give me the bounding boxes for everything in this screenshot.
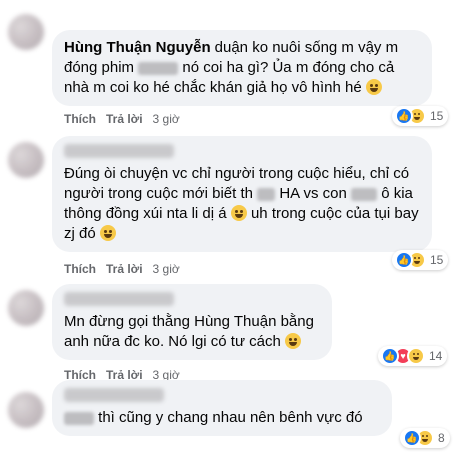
comment-bubble: Đúng òi chuyện vc chỉ người trong cuộc h… [52, 136, 432, 253]
redacted-text [138, 61, 179, 75]
like-reaction-icon: 👍 [381, 347, 399, 365]
reaction-summary[interactable]: 👍 15 [392, 106, 449, 126]
comment-actions: Thích Trả lời 3 giờ [64, 112, 180, 126]
comment-actions: Thích Trả lời 3 giờ [64, 262, 180, 276]
reaction-summary[interactable]: 👍 8 [400, 428, 450, 448]
comment-time[interactable]: 3 giờ [153, 262, 180, 276]
comment-text: Mn đừng gọi thằng Hùng Thuận bằng anh nữ… [64, 313, 314, 351]
comment-author[interactable]: Hùng Thuận Nguyễn [64, 39, 211, 56]
reaction-count: 15 [430, 109, 444, 123]
reaction-count: 14 [429, 349, 443, 363]
like-link[interactable]: Thích [64, 112, 96, 126]
avatar[interactable] [8, 142, 44, 178]
redacted-text [257, 187, 276, 201]
like-reaction-icon: 👍 [395, 107, 413, 125]
comment-text: HA vs con [279, 185, 347, 203]
blurred-author-name[interactable] [64, 292, 174, 307]
reply-link[interactable]: Trả lời [106, 112, 143, 126]
like-link[interactable]: Thích [64, 262, 96, 276]
avatar[interactable] [8, 290, 44, 326]
avatar[interactable] [8, 392, 44, 428]
reaction-summary[interactable]: 👍 15 [392, 250, 449, 270]
comment-bubble: Mn đừng gọi thằng Hùng Thuận bằng anh nữ… [52, 284, 332, 361]
like-reaction-icon: 👍 [395, 251, 413, 269]
redacted-text [64, 411, 94, 425]
blurred-author-name[interactable] [64, 388, 164, 403]
grinning-emoji-icon [285, 333, 302, 350]
comment-bubble: Hùng Thuận Nguyễn duận ko nuôi sống m vậy… [52, 30, 432, 106]
comment-bubble: thì cũng y chang nhau nên bênh vực đó [52, 380, 392, 437]
reaction-summary[interactable]: 👍 ♥ 14 [378, 346, 448, 366]
comment-time[interactable]: 3 giờ [153, 112, 180, 126]
laughing-emoji-icon [230, 205, 247, 222]
tongue-emoji-icon [99, 225, 116, 242]
haha-reaction-icon [407, 347, 425, 365]
blurred-author-name[interactable] [64, 144, 174, 159]
comment-text: thì cũng y chang nhau nên bênh vực đó [98, 409, 363, 427]
reply-link[interactable]: Trả lời [106, 262, 143, 276]
redacted-text [351, 187, 378, 201]
reaction-count: 8 [438, 431, 445, 445]
avatar[interactable] [8, 14, 44, 50]
worried-emoji-icon [365, 79, 382, 95]
reaction-count: 15 [430, 253, 444, 267]
like-reaction-icon: 👍 [403, 429, 421, 447]
